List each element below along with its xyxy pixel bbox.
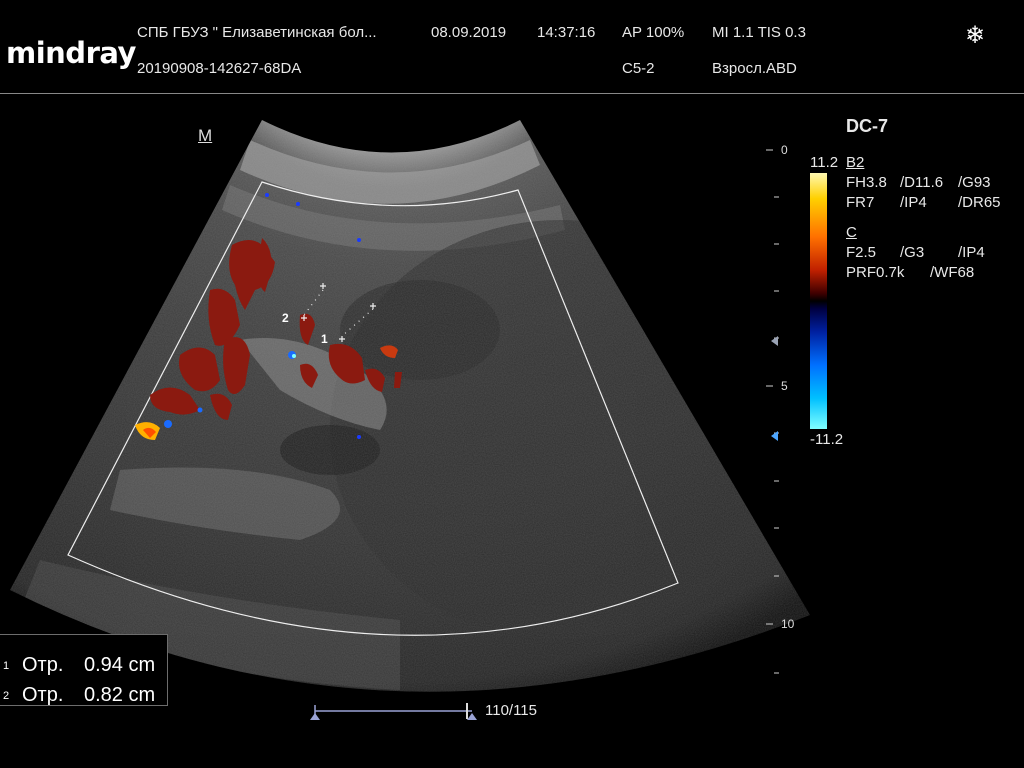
caliper-label: 1 bbox=[321, 332, 328, 346]
cine-frame-counter: 110/115 bbox=[485, 702, 537, 719]
cine-slider[interactable] bbox=[310, 703, 477, 720]
measurement-name: Отр. bbox=[22, 654, 64, 676]
depth-label: 0 bbox=[781, 143, 788, 157]
exam-date: 08.09.2019 bbox=[431, 24, 507, 41]
probe-name: C5-2 bbox=[622, 60, 655, 77]
depth-label: 5 bbox=[781, 379, 788, 393]
b-param: /D11.6 bbox=[900, 174, 944, 191]
b-param: FR7 bbox=[846, 194, 875, 211]
measurement-value: 0.82 cm bbox=[84, 684, 156, 706]
exam-id: 20190908-142627-68DA bbox=[137, 60, 302, 77]
measurement-index: 2 bbox=[3, 690, 10, 702]
depth-label: 10 bbox=[781, 617, 795, 631]
color-mode-section-title: C bbox=[846, 224, 857, 241]
orientation-marker: M bbox=[198, 126, 213, 145]
c-param: /G3 bbox=[900, 244, 925, 261]
b-param: /G93 bbox=[958, 174, 991, 191]
header-divider bbox=[0, 93, 1024, 94]
measurement-results: 1 Отр. 0.94 cm 2 Отр. 0.82 cm bbox=[0, 634, 168, 706]
color-scale-max: 11.2 bbox=[810, 154, 839, 171]
caliper-label: 2 bbox=[282, 311, 289, 325]
b-param: /DR65 bbox=[958, 194, 1001, 211]
mi-tis-index: MI 1.1 TIS 0.3 bbox=[712, 24, 806, 41]
measurement-row[interactable]: 2 Отр. 0.82 cm bbox=[0, 681, 168, 711]
c-param: PRF0.7k bbox=[846, 264, 905, 281]
b-mode-sector bbox=[10, 120, 810, 692]
institution-name: СПБ ГБУЗ " Елизаветинская бол... bbox=[137, 24, 377, 41]
exam-preset: Взросл.ABD bbox=[712, 60, 797, 77]
measurement-row[interactable]: 1 Отр. 0.94 cm bbox=[0, 651, 168, 681]
c-param: /WF68 bbox=[930, 264, 975, 281]
mode-preset: DC-7 bbox=[846, 116, 889, 136]
color-scale-min: -11.2 bbox=[810, 431, 844, 448]
snowflake-icon[interactable]: ❄ bbox=[960, 21, 990, 51]
measurement-value: 0.94 cm bbox=[84, 654, 156, 676]
b-mode-section-title: B2 bbox=[846, 154, 865, 171]
acoustic-power: AP 100% bbox=[622, 24, 685, 41]
b-param: FH3.8 bbox=[846, 174, 887, 191]
exam-time: 14:37:16 bbox=[537, 24, 596, 41]
b-param: /IP4 bbox=[900, 194, 927, 211]
measurement-index: 1 bbox=[3, 660, 10, 672]
c-param: /IP4 bbox=[958, 244, 985, 261]
color-scale-bar bbox=[810, 173, 827, 429]
measurement-name: Отр. bbox=[22, 684, 64, 706]
c-param: F2.5 bbox=[846, 244, 877, 261]
logo: mindray bbox=[6, 36, 136, 70]
